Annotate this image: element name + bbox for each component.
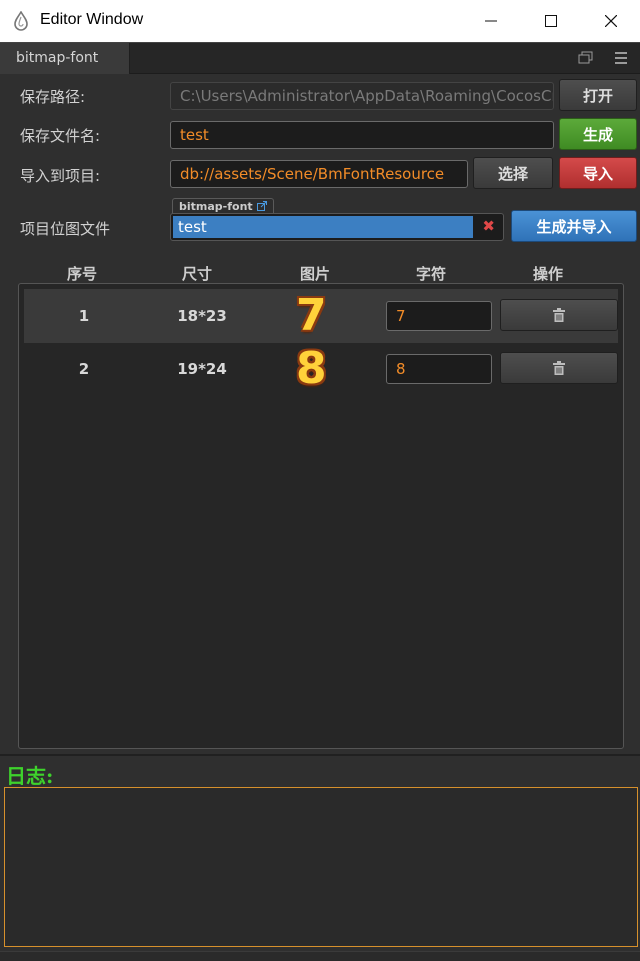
menu-icon[interactable]	[614, 43, 628, 73]
row-size: 18*23	[177, 307, 227, 325]
row-index: 2	[78, 360, 90, 378]
app-drop-icon	[14, 11, 28, 31]
log-output[interactable]	[4, 787, 638, 947]
header-image: 图片	[299, 265, 330, 283]
file-name-field[interactable]: test	[170, 121, 554, 149]
char-input[interactable]: 8	[386, 354, 492, 384]
row-size: 19*24	[177, 360, 227, 378]
bitmap-asset-value: test	[173, 216, 473, 238]
row-index: 1	[78, 307, 90, 325]
header-size: 尺寸	[181, 265, 212, 283]
close-button[interactable]	[588, 0, 634, 42]
select-button[interactable]: 选择	[473, 157, 553, 189]
delete-button[interactable]	[500, 352, 618, 384]
file-name-label: 保存文件名:	[20, 127, 101, 145]
import-path-field[interactable]: db://assets/Scene/BmFontResource	[170, 160, 468, 188]
generate-button[interactable]: 生成	[559, 118, 637, 150]
minimize-icon	[485, 20, 497, 22]
table-row: 1 18*23 7 7	[24, 289, 618, 343]
tab-bitmap-font[interactable]: bitmap-font	[0, 43, 130, 74]
popout-icon[interactable]	[578, 43, 594, 73]
clear-asset-icon[interactable]: ✖	[482, 217, 495, 235]
char-input[interactable]: 7	[386, 301, 492, 331]
save-path-label: 保存路径:	[20, 88, 86, 106]
bitmap-asset-field[interactable]: test ✖	[170, 213, 504, 241]
maximize-icon	[545, 15, 557, 27]
project-bitmap-label: 项目位图文件	[20, 220, 111, 238]
table-row: 2 19*24 8 8	[24, 342, 618, 396]
generate-and-import-button[interactable]: 生成并导入	[511, 210, 637, 242]
log-title: 日志:	[6, 764, 54, 788]
title-bar: Editor Window	[0, 0, 640, 42]
close-icon	[605, 15, 617, 27]
trash-icon	[553, 308, 565, 322]
header-char: 字符	[415, 265, 446, 283]
maximize-button[interactable]	[528, 0, 574, 42]
trash-icon	[553, 361, 565, 375]
external-link-icon	[256, 201, 267, 211]
log-divider	[0, 754, 640, 756]
save-path-field[interactable]: C:\Users\Administrator\AppData\Roaming\C…	[170, 82, 554, 110]
glyph-image: 7	[296, 290, 327, 341]
header-index: 序号	[66, 265, 97, 283]
glyph-image: 8	[296, 343, 327, 394]
tab-strip: bitmap-font	[0, 42, 640, 74]
delete-button[interactable]	[500, 299, 618, 331]
import-to-label: 导入到项目:	[20, 167, 101, 185]
import-button[interactable]: 导入	[559, 157, 637, 189]
minimize-button[interactable]	[468, 0, 514, 42]
header-action: 操作	[532, 265, 563, 283]
window-title: Editor Window	[40, 11, 144, 28]
asset-type-label: bitmap-font	[179, 200, 253, 213]
open-button[interactable]: 打开	[559, 79, 637, 111]
